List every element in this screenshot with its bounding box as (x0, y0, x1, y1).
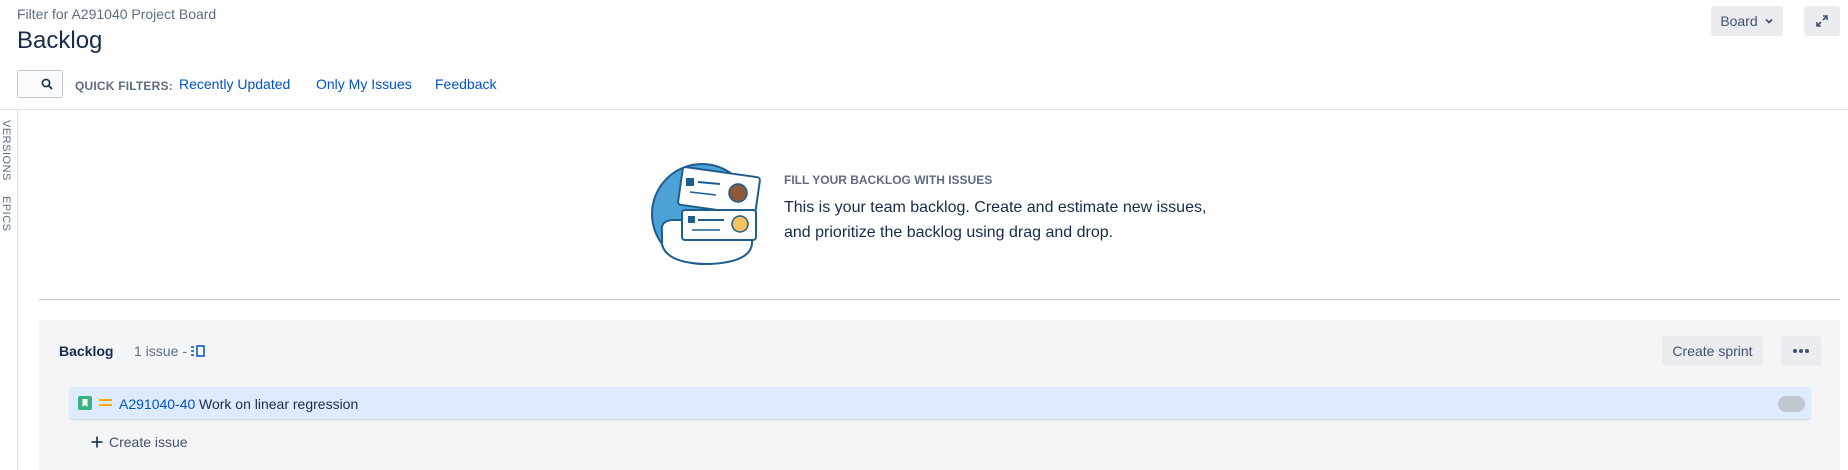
backlog-illustration (651, 163, 761, 266)
create-issue-button[interactable]: Create issue (91, 434, 188, 450)
versions-tab[interactable]: VERSIONS (0, 120, 12, 181)
empty-state-heading: FILL YOUR BACKLOG WITH ISSUES (784, 173, 993, 187)
issue-key-link[interactable]: A291040-40 (119, 396, 195, 412)
board-button-label: Board (1720, 13, 1758, 29)
story-icon (78, 396, 92, 410)
page-title: Backlog (17, 27, 103, 54)
empty-state-text: This is your team backlog. Create and es… (784, 195, 1244, 245)
estimate-badge[interactable] (1778, 396, 1805, 412)
backlog-issue-count: 1 issue (134, 343, 179, 359)
section-divider (39, 299, 1840, 300)
quick-filter-feedback[interactable]: Feedback (435, 76, 496, 92)
create-issue-label: Create issue (109, 434, 188, 450)
expand-icon (1816, 15, 1828, 27)
quick-filter-only-my-issues[interactable]: Only My Issues (316, 76, 412, 92)
header-divider (0, 109, 1848, 110)
issue-count-icon[interactable] (191, 345, 205, 357)
issue-summary: Work on linear regression (199, 396, 359, 412)
epics-tab[interactable]: EPICS (0, 196, 12, 232)
search-input[interactable] (17, 70, 63, 98)
sidebar-rail (17, 110, 18, 470)
priority-medium-icon (99, 399, 112, 406)
quick-filter-recently-updated[interactable]: Recently Updated (179, 76, 290, 92)
create-sprint-button[interactable]: Create sprint (1662, 336, 1763, 366)
backlog-count: 1 issue - (134, 343, 205, 359)
plus-icon (91, 436, 103, 448)
search-icon (41, 78, 53, 90)
backlog-title: Backlog (59, 343, 114, 359)
more-icon (1793, 349, 1809, 353)
expand-button[interactable] (1804, 6, 1840, 36)
empty-state-line-1: This is your team backlog. Create and es… (784, 199, 1207, 216)
backlog-more-button[interactable] (1781, 336, 1821, 366)
chevron-down-icon (1765, 18, 1773, 24)
board-subtitle: Filter for A291040 Project Board (17, 6, 217, 22)
empty-state-line-2: and prioritize the backlog using drag an… (784, 224, 1114, 241)
quick-filters-label: QUICK FILTERS: (75, 79, 173, 93)
backlog-separator: - (182, 343, 188, 359)
board-button[interactable]: Board (1711, 6, 1783, 36)
